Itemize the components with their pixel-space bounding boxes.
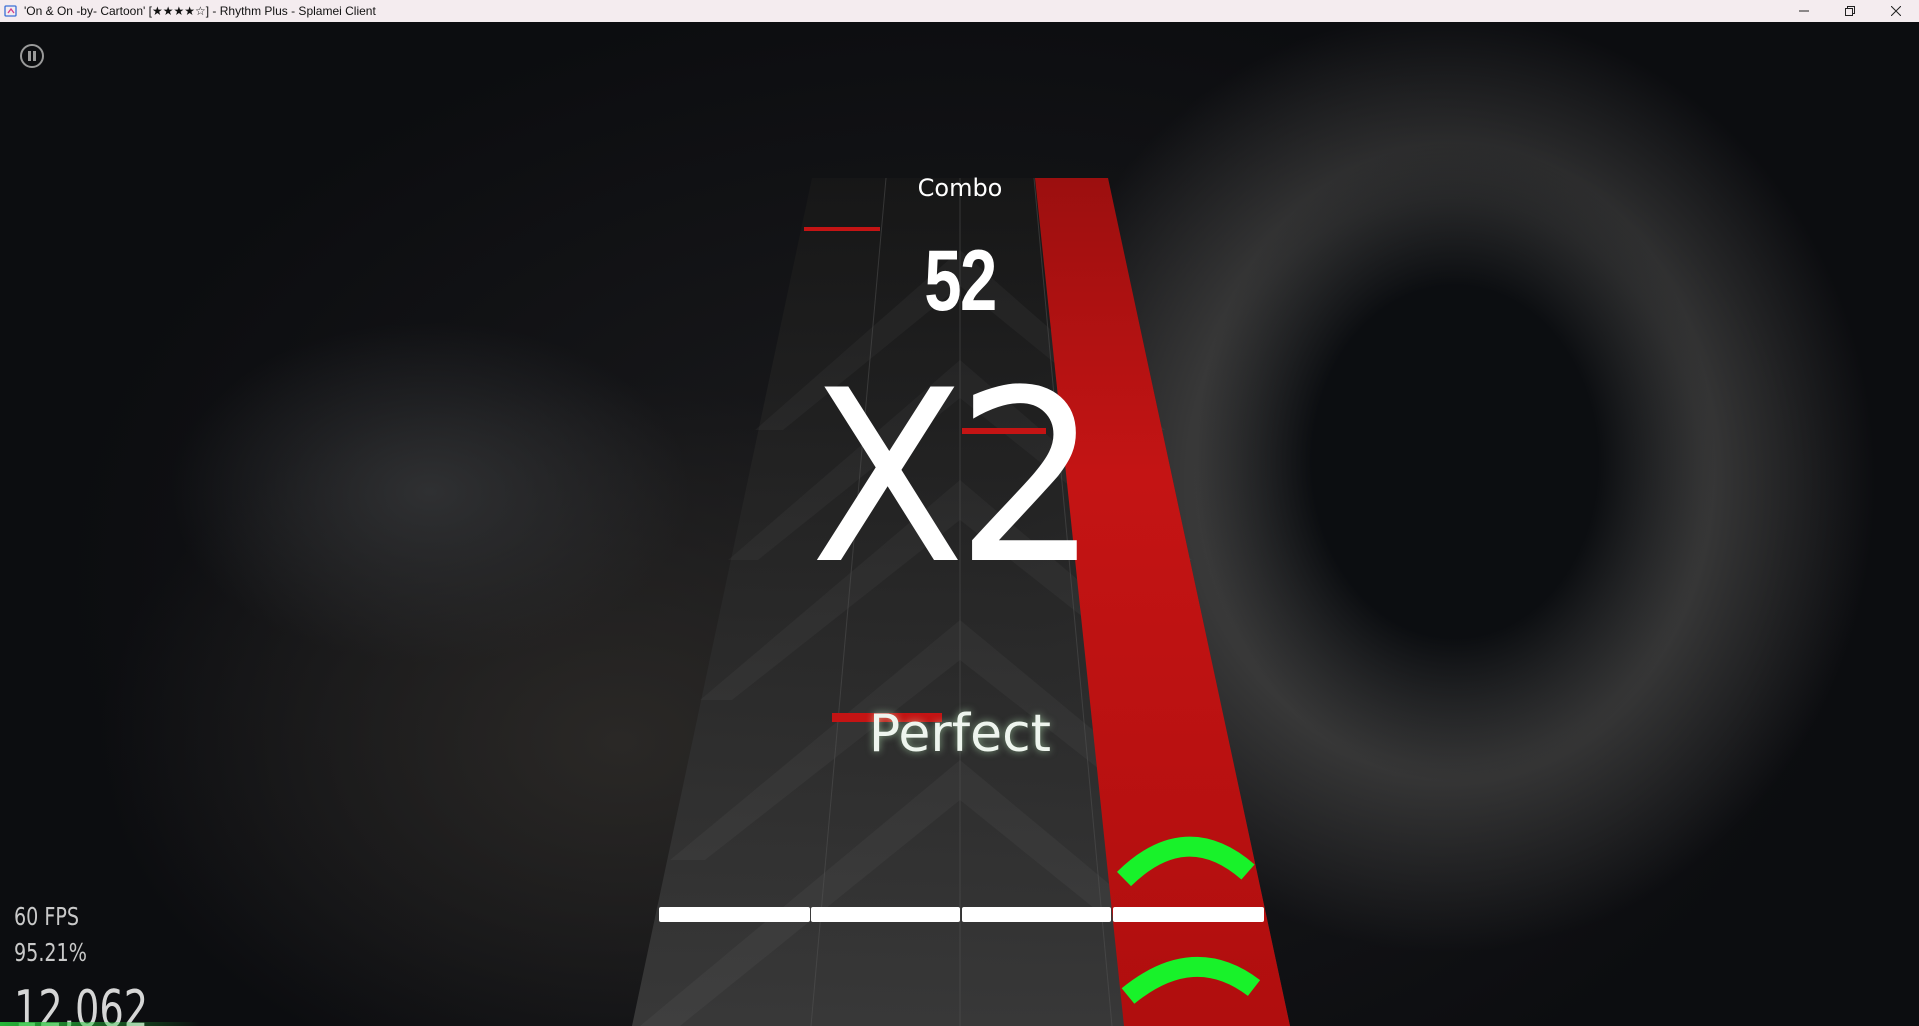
- lane-key-4: [1113, 907, 1264, 922]
- close-button[interactable]: [1873, 0, 1919, 22]
- game-area[interactable]: Combo 52 X2 Perfect 60 FPS 95.21% 12,062: [0, 22, 1919, 1026]
- lane-key-3: [962, 907, 1111, 922]
- restore-icon: [1845, 6, 1855, 16]
- app-icon: [4, 5, 17, 17]
- lane-key-1: [659, 907, 810, 922]
- score-multiplier: X2: [810, 340, 1099, 617]
- pause-button[interactable]: [18, 42, 46, 70]
- minimize-button[interactable]: [1781, 0, 1827, 22]
- note: [804, 227, 880, 231]
- window-controls: [1781, 0, 1919, 22]
- score-readout: 12,062: [14, 980, 149, 1026]
- pause-icon: [28, 51, 31, 61]
- close-icon: [1891, 6, 1901, 16]
- health-bar: [0, 1022, 200, 1026]
- accuracy-readout: 95.21%: [14, 938, 87, 967]
- lane-key-2: [811, 907, 960, 922]
- window-titlebar: 'On & On -by- Cartoon' [★★★★☆] - Rhythm …: [0, 0, 1919, 22]
- combo-count: 52: [924, 233, 997, 329]
- minimize-icon: [1799, 10, 1809, 12]
- combo-label: Combo: [917, 174, 1003, 202]
- fps-counter: 60 FPS: [14, 902, 80, 931]
- hit-judgement: Perfect: [868, 704, 1052, 764]
- restore-button[interactable]: [1827, 0, 1873, 22]
- window-title: 'On & On -by- Cartoon' [★★★★☆] - Rhythm …: [24, 4, 376, 18]
